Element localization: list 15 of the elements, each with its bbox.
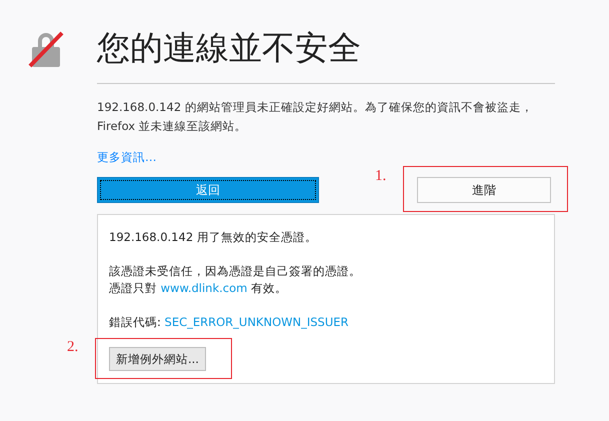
annotation-number: 2. [67,339,78,356]
go-back-button[interactable]: 返回 [97,177,319,203]
invalid-cert-text: 192.168.0.142 用了無效的安全憑證。 [109,229,318,246]
broken-lock-icon [28,30,64,68]
add-exception-button[interactable]: 新增例外網站... [109,347,206,371]
error-description: 192.168.0.142 的網站管理員未正確設定好網站。為了確保您的資訊不會被盜走，Firefox 並未連線至該網站。 [97,99,534,135]
valid-for-text: 憑證只對 www.dlink.com 有效。 [109,280,288,297]
annotation-number: 1. [375,168,386,185]
domain-link[interactable]: www.dlink.com [160,281,248,295]
error-code-text: 錯誤代碼: SEC_ERROR_UNKNOWN_ISSUER [109,314,350,331]
advanced-button[interactable]: 進階 [417,177,551,203]
untrusted-text: 該憑證未受信任，因為憑證是自己簽署的憑證。 [109,263,362,280]
page-title: 您的連線並不安全 [97,28,362,68]
error-code-link[interactable]: SEC_ERROR_UNKNOWN_ISSUER [164,315,349,329]
learn-more-link[interactable]: 更多資訊… [97,150,156,165]
